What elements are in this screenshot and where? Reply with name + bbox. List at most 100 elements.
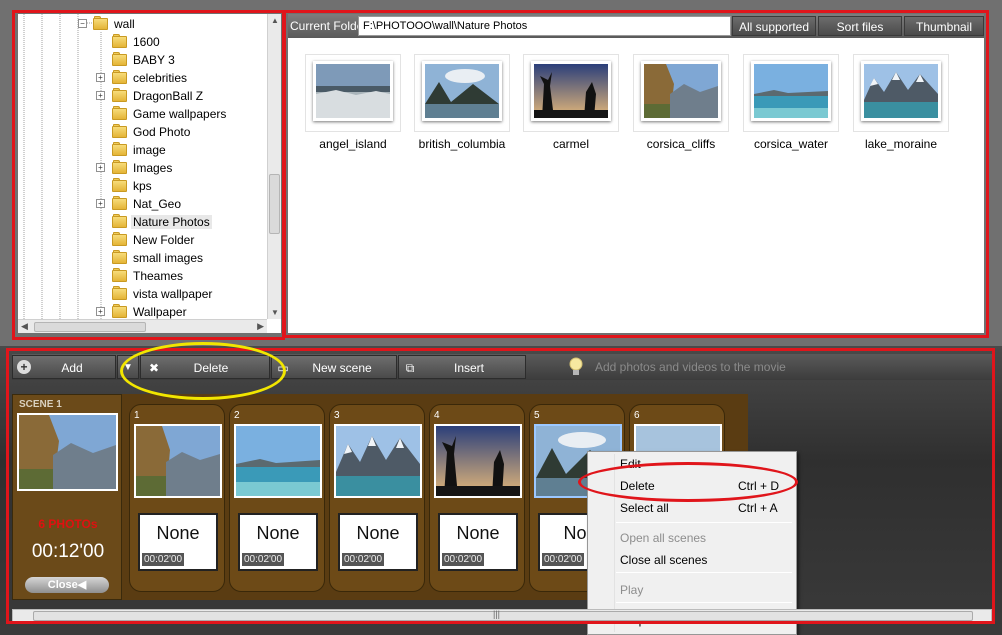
scene-toolbar: + Add ▼ ✖ Delete ▭ New scene ⧉ Insert bbox=[12, 354, 992, 380]
insert-button[interactable]: ⧉ Insert bbox=[398, 355, 526, 379]
close-scene-button[interactable]: Close◀ bbox=[25, 577, 109, 593]
photo-duration: 00:02'00 bbox=[342, 553, 385, 566]
menu-item-edit[interactable]: Edit bbox=[620, 454, 790, 474]
photo-thumbnail[interactable] bbox=[334, 424, 422, 498]
photo-number: 2 bbox=[234, 410, 240, 421]
photo-duration: 00:02'00 bbox=[442, 553, 485, 566]
folder-icon bbox=[112, 178, 128, 192]
file-name: angel_island bbox=[319, 137, 387, 151]
scene-duration: 00:12'00 bbox=[31, 541, 105, 562]
file-thumbnail[interactable] bbox=[853, 54, 949, 132]
photo-card[interactable]: 3 None 00:02'00 bbox=[329, 404, 425, 592]
delete-label: Delete bbox=[193, 361, 229, 375]
photo-angel-island bbox=[313, 61, 393, 121]
tree-item-label: Images bbox=[133, 161, 173, 175]
file-thumbnail[interactable] bbox=[523, 54, 619, 132]
tree-item-label: DragonBall Z bbox=[133, 89, 204, 103]
folder-icon bbox=[112, 250, 128, 264]
menu-item-open-all-scenes: Open all scenes bbox=[620, 528, 790, 548]
menu-item-select-all[interactable]: Select all Ctrl + A bbox=[620, 498, 790, 518]
scrollbar-thumb[interactable] bbox=[33, 611, 973, 621]
collapse-icon[interactable]: − bbox=[78, 19, 87, 28]
folder-icon bbox=[112, 304, 128, 318]
scroll-up-icon[interactable]: ▲ bbox=[270, 16, 280, 25]
file-thumbnail[interactable] bbox=[633, 54, 729, 132]
photo-thumbnail[interactable] bbox=[134, 424, 222, 498]
photo-card[interactable]: 4 None 00:02'00 bbox=[429, 404, 525, 592]
tree-item-label: kps bbox=[133, 179, 152, 193]
tree-horizontal-scrollbar[interactable]: ◀ ▶ bbox=[18, 319, 267, 333]
photo-thumbnail[interactable] bbox=[234, 424, 322, 498]
photo-corsica-water bbox=[751, 61, 831, 121]
tree-item-label: Nature Photos bbox=[131, 215, 212, 229]
expand-icon[interactable]: + bbox=[96, 199, 105, 208]
menu-item-label: Select all bbox=[620, 501, 669, 515]
file-thumbnail[interactable] bbox=[743, 54, 839, 132]
grip-icon: ||| bbox=[493, 609, 501, 619]
transition-box[interactable]: None 00:02'00 bbox=[338, 513, 418, 571]
file-thumbnail[interactable] bbox=[414, 54, 510, 132]
menu-separator bbox=[616, 572, 792, 573]
file-name: british_columbia bbox=[418, 137, 506, 151]
scroll-left-icon[interactable]: ◀ bbox=[21, 321, 28, 332]
menu-separator bbox=[616, 522, 792, 523]
menu-item-label: Close all scenes bbox=[620, 553, 708, 567]
insert-label: Insert bbox=[453, 361, 484, 375]
folder-icon bbox=[112, 124, 128, 138]
add-label: Add bbox=[61, 361, 83, 375]
add-dropdown-button[interactable]: ▼ bbox=[117, 355, 139, 379]
transition-box[interactable]: None 00:02'00 bbox=[138, 513, 218, 571]
tree-item-label: God Photo bbox=[133, 125, 191, 139]
menu-item-label: Play bbox=[620, 583, 644, 597]
insert-icon: ⧉ bbox=[405, 361, 415, 375]
photo-card[interactable]: 1 None 00:02'00 bbox=[129, 404, 225, 592]
storyboard-scrollbar[interactable]: ||| bbox=[12, 609, 992, 623]
folder-icon bbox=[112, 160, 128, 174]
folder-icon bbox=[93, 16, 109, 30]
photo-duration: 00:02'00 bbox=[542, 553, 585, 566]
scrollbar-thumb[interactable] bbox=[269, 174, 280, 234]
plus-icon: + bbox=[17, 360, 31, 374]
tree-item-label: Wallpaper bbox=[133, 305, 187, 319]
tree-item-label: celebrities bbox=[133, 71, 188, 85]
tree-item-label: New Folder bbox=[133, 233, 195, 247]
scroll-right-icon[interactable]: ▶ bbox=[257, 321, 264, 332]
file-name: lake_moraine bbox=[864, 137, 938, 151]
current-folder-path-input[interactable] bbox=[358, 16, 731, 36]
lightbulb-icon bbox=[569, 357, 583, 375]
menu-item-shortcut: Ctrl + A bbox=[738, 501, 778, 515]
photo-lake-moraine bbox=[861, 61, 941, 121]
photo-carmel bbox=[531, 61, 611, 121]
tree-item-label: BABY 3 bbox=[133, 53, 175, 67]
transition-box[interactable]: None 00:02'00 bbox=[438, 513, 518, 571]
thumbnail-size-button[interactable]: Thumbnail size bbox=[904, 16, 984, 54]
transition-box[interactable]: None 00:02'00 bbox=[238, 513, 318, 571]
delete-button[interactable]: ✖ Delete bbox=[140, 355, 270, 379]
menu-item-delete[interactable]: Delete Ctrl + D bbox=[620, 476, 790, 496]
expand-icon[interactable]: + bbox=[96, 73, 105, 82]
scroll-down-icon[interactable]: ▼ bbox=[270, 308, 280, 317]
menu-item-close-all-scenes[interactable]: Close all scenes bbox=[620, 550, 790, 570]
photo-thumbnail[interactable] bbox=[434, 424, 522, 498]
expand-icon[interactable]: + bbox=[96, 91, 105, 100]
tree-item-label: vista wallpaper bbox=[133, 287, 213, 301]
all-supported-button[interactable]: All supported bbox=[732, 16, 816, 36]
sort-files-button[interactable]: Sort files bbox=[818, 16, 902, 36]
photo-card[interactable]: 2 None 00:02'00 bbox=[229, 404, 325, 592]
new-scene-icon: ▭ bbox=[277, 361, 289, 375]
browser-toolbar: Current Folder All supported Sort files … bbox=[288, 14, 984, 54]
expand-icon[interactable]: + bbox=[96, 163, 105, 172]
tree-vertical-scrollbar[interactable]: ▲ ▼ bbox=[267, 14, 281, 319]
scene-card[interactable]: SCENE 1 6 PHOTOs 00:12'00 Close◀ bbox=[12, 394, 122, 600]
add-button[interactable]: + Add bbox=[12, 355, 116, 379]
new-scene-button[interactable]: ▭ New scene bbox=[271, 355, 397, 379]
file-thumbnail[interactable] bbox=[305, 54, 401, 132]
menu-item-label: Open all scenes bbox=[620, 531, 707, 545]
scene-thumbnail bbox=[17, 413, 118, 491]
folder-icon bbox=[112, 142, 128, 156]
folder-tree[interactable]: − wall 1600 BABY 3 + celebrities + DragonBall… bbox=[18, 14, 281, 333]
expand-icon[interactable]: + bbox=[96, 307, 105, 316]
photo-number: 4 bbox=[434, 410, 440, 421]
photo-number: 6 bbox=[634, 410, 640, 421]
scrollbar-thumb[interactable] bbox=[34, 322, 146, 332]
